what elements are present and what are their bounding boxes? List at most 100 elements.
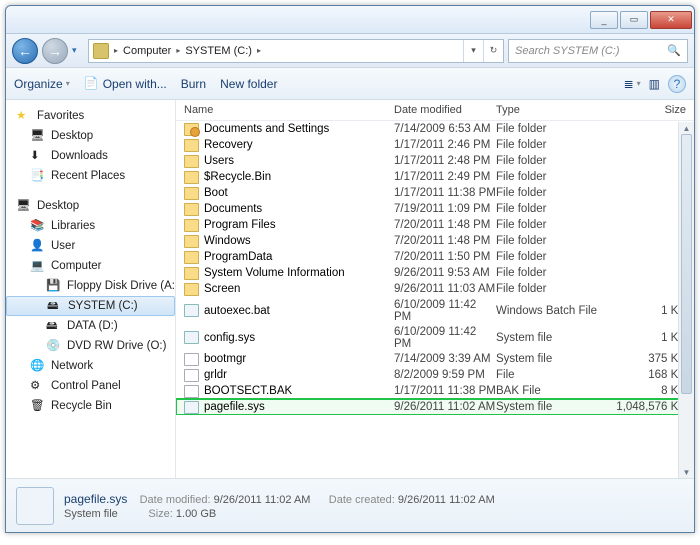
file-modified: 6/10/2009 11:42 PM — [394, 299, 496, 323]
tree-computer[interactable]: 💻Computer — [6, 256, 175, 276]
sys-icon — [184, 304, 199, 317]
minimize-button[interactable]: _ — [590, 11, 618, 29]
scroll-up-icon[interactable]: ▲ — [679, 122, 694, 134]
file-modified: 9/26/2011 11:03 AM — [394, 283, 496, 295]
file-name: Screen — [204, 283, 240, 295]
details-pane: pagefile.sys Date modified: 9/26/2011 11… — [6, 478, 694, 532]
file-name: autoexec.bat — [204, 305, 270, 317]
tree-downloads[interactable]: ⬇Downloads — [6, 146, 175, 166]
col-name[interactable]: Name — [184, 104, 394, 116]
new-folder-button[interactable]: New folder — [220, 77, 277, 91]
tree-network[interactable]: 🌐Network — [6, 356, 175, 376]
file-size: 8 KB — [616, 385, 686, 397]
col-size[interactable]: Size — [616, 104, 686, 116]
folder-icon — [184, 235, 199, 248]
open-with-icon: 📄 — [84, 76, 100, 92]
forward-button[interactable]: → — [42, 38, 68, 64]
tree-control-panel[interactable]: ⚙Control Panel — [6, 376, 175, 396]
file-name: ProgramData — [204, 251, 272, 263]
titlebar[interactable]: _ ▭ ✕ — [6, 6, 694, 34]
tree-user[interactable]: 👤User — [6, 236, 175, 256]
tree-libraries[interactable]: 📚Libraries — [6, 216, 175, 236]
help-button[interactable]: ? — [668, 75, 686, 93]
history-dropdown[interactable]: ▾ — [72, 45, 84, 56]
details-filename: pagefile.sys — [64, 492, 127, 506]
address-dropdown[interactable]: ▾ — [463, 40, 483, 62]
back-button[interactable]: ← — [12, 38, 38, 64]
tree-desktop-fav[interactable]: 🖥Desktop — [6, 126, 175, 146]
tree-floppy[interactable]: 💾Floppy Disk Drive (A:) — [6, 276, 175, 296]
file-row[interactable]: autoexec.bat6/10/2009 11:42 PMWindows Ba… — [176, 297, 694, 324]
refresh-button[interactable]: ↻ — [483, 40, 503, 62]
file-row[interactable]: pagefile.sys9/26/2011 11:02 AMSystem fil… — [176, 399, 694, 415]
address-bar[interactable]: ▸ Computer ▸ SYSTEM (C:) ▸ ▾ ↻ — [88, 39, 504, 63]
folder-icon — [184, 219, 199, 232]
folder-icon — [184, 171, 199, 184]
file-name: Documents and Settings — [204, 123, 329, 135]
file-type: File folder — [496, 235, 616, 247]
file-row[interactable]: Screen 9/26/2011 11:03 AMFile folder — [176, 281, 694, 297]
maximize-button[interactable]: ▭ — [620, 11, 648, 29]
file-modified: 1/17/2011 11:38 PM — [394, 385, 496, 397]
file-type: BAK File — [496, 385, 616, 397]
chevron-down-icon: ▾ — [66, 79, 70, 88]
file-row[interactable]: ProgramData7/20/2011 1:50 PMFile folder — [176, 249, 694, 265]
tree-recent[interactable]: 📑Recent Places — [6, 166, 175, 186]
views-button[interactable]: ≣ ▾ — [624, 77, 641, 91]
file-modified: 7/20/2011 1:48 PM — [394, 235, 496, 247]
preview-pane-button[interactable]: ▥ — [649, 77, 660, 91]
details-size-label: Size: — [148, 508, 172, 520]
breadcrumb-computer[interactable]: Computer — [120, 45, 174, 57]
details-created-label: Date created: — [329, 494, 395, 506]
file-row[interactable]: bootmgr7/14/2009 3:39 AMSystem file375 K… — [176, 351, 694, 367]
file-modified: 8/2/2009 9:59 PM — [394, 369, 496, 381]
libraries-icon: 📚 — [30, 218, 46, 234]
tree-favorites[interactable]: ★ Favorites — [6, 106, 175, 126]
chevron-right-icon: ▸ — [255, 46, 263, 55]
search-placeholder: Search SYSTEM (C:) — [515, 45, 620, 57]
recent-icon: 📑 — [30, 168, 46, 184]
scrollbar[interactable]: ▲ ▼ — [678, 122, 694, 478]
file-row[interactable]: System Volume Information9/26/2011 9:53 … — [176, 265, 694, 281]
file-row[interactable]: Program Files7/20/2011 1:48 PMFile folde… — [176, 217, 694, 233]
file-row[interactable]: BOOTSECT.BAK1/17/2011 11:38 PMBAK File8 … — [176, 383, 694, 399]
organize-menu[interactable]: Organize ▾ — [14, 77, 70, 91]
file-row[interactable]: Windows7/20/2011 1:48 PMFile folder — [176, 233, 694, 249]
column-headers: Name Date modified Type Size — [176, 100, 694, 121]
col-modified[interactable]: Date modified — [394, 104, 496, 116]
file-row[interactable]: Documents and Settings7/14/2009 6:53 AMF… — [176, 121, 694, 137]
downloads-icon: ⬇ — [30, 148, 46, 164]
breadcrumb-drive[interactable]: SYSTEM (C:) — [182, 45, 255, 57]
file-type: File folder — [496, 283, 616, 295]
file-type: File folder — [496, 219, 616, 231]
file-type: File — [496, 369, 616, 381]
file-modified: 7/20/2011 1:48 PM — [394, 219, 496, 231]
open-with-button[interactable]: 📄 Open with... — [84, 76, 167, 92]
tree-data-d[interactable]: 🖴DATA (D:) — [6, 316, 175, 336]
file-row[interactable]: grldr8/2/2009 9:59 PMFile168 KB — [176, 367, 694, 383]
computer-icon: 💻 — [30, 258, 46, 274]
user-icon: 👤 — [30, 238, 46, 254]
burn-button[interactable]: Burn — [181, 77, 206, 91]
col-type[interactable]: Type — [496, 104, 616, 116]
file-name: pagefile.sys — [204, 401, 265, 413]
scroll-down-icon[interactable]: ▼ — [679, 466, 694, 478]
file-row[interactable]: Recovery1/17/2011 2:46 PMFile folder — [176, 137, 694, 153]
file-row[interactable]: config.sys6/10/2009 11:42 PMSystem file1… — [176, 324, 694, 351]
sys-icon — [184, 331, 199, 344]
file-row[interactable]: Boot1/17/2011 11:38 PMFile folder — [176, 185, 694, 201]
file-row[interactable]: $Recycle.Bin1/17/2011 2:49 PMFile folder — [176, 169, 694, 185]
file-row[interactable]: Users1/17/2011 2:48 PMFile folder — [176, 153, 694, 169]
details-modified: 9/26/2011 11:02 AM — [214, 494, 311, 506]
close-button[interactable]: ✕ — [650, 11, 692, 29]
tree-recycle-bin[interactable]: 🗑Recycle Bin — [6, 396, 175, 416]
file-row[interactable]: Documents7/19/2011 1:09 PMFile folder — [176, 201, 694, 217]
file-modified: 7/19/2011 1:09 PM — [394, 203, 496, 215]
scroll-thumb[interactable] — [681, 134, 692, 394]
file-type: System file — [496, 332, 616, 344]
tree-system-c[interactable]: 🖴SYSTEM (C:) — [6, 296, 175, 316]
floppy-icon: 💾 — [46, 278, 62, 294]
search-input[interactable]: Search SYSTEM (C:) 🔍 — [508, 39, 688, 63]
tree-desktop-root[interactable]: 🖥Desktop — [6, 196, 175, 216]
tree-dvd[interactable]: 💿DVD RW Drive (O:) — [6, 336, 175, 356]
